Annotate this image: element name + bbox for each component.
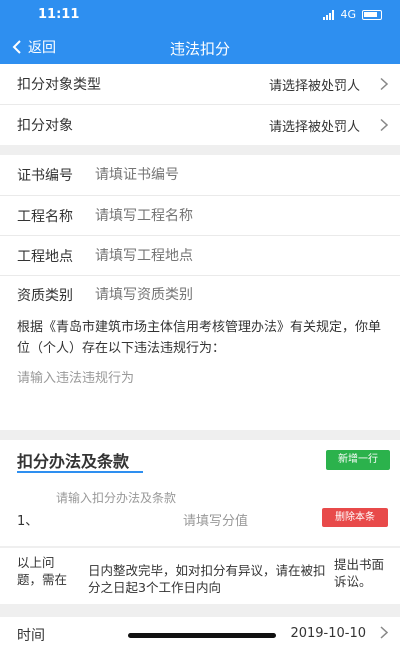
clauses-title: 扣分办法及条款 [17,452,130,471]
score-input[interactable]: 请填写分值 [183,510,248,529]
section-underline [17,471,143,473]
qualification-type-input[interactable] [95,286,375,303]
project-name-row: 工程名称 [0,196,400,235]
status-bar: 11:11 4G [0,0,400,30]
notice-part-3: 提出书面诉讼。 [334,557,385,589]
chevron-right-icon [380,626,388,639]
qualification-type-row: 资质类别 [0,276,400,313]
page-title: 违法扣分 [169,40,230,58]
status-time: 11:11 [38,7,80,22]
time-select[interactable]: 时间 2019-10-10 [0,617,400,647]
battery-icon [362,9,382,20]
rectification-notice: 以上问题，需在 日内整改完毕，如对扣分有异议，请在被扣分之日起3个工作日内向 提… [0,548,400,604]
add-row-button[interactable]: 新增一行 [326,450,390,470]
project-location-input[interactable] [95,247,375,264]
chevron-right-icon [380,118,388,132]
target-label: 扣分对象 [17,118,73,134]
clause-row: 1、 请输入扣分办法及条款 请填写分值 删除本条 [0,478,400,546]
clause-index: 1、 [17,514,39,529]
chevron-right-icon [380,77,388,91]
certificate-number-input[interactable] [95,167,375,183]
certificate-number-label: 证书编号 [17,168,73,184]
qualification-type-label: 资质类别 [17,287,73,304]
regulation-text: 根据《青岛市建筑市场主体信用考核管理办法》有关规定，你单位（个人）存在以下违法违… [17,320,382,356]
home-indicator [128,633,276,638]
status-indicators: 4G [323,8,382,21]
certificate-number-row: 证书编号 [0,155,400,195]
network-type: 4G [340,8,356,21]
delete-row-button[interactable]: 删除本条 [322,508,388,527]
target-type-value: 请选择被处罚人 [268,78,360,94]
signal-icon [323,9,335,20]
target-select[interactable]: 扣分对象 请选择被处罚人 [0,105,400,145]
time-label: 时间 [17,628,45,644]
target-type-label: 扣分对象类型 [17,77,101,93]
project-location-row: 工程地点 [0,236,400,275]
target-type-select[interactable]: 扣分对象类型 请选择被处罚人 [0,64,400,104]
navbar: 返回 违法扣分 [0,30,400,64]
target-value: 请选择被处罚人 [268,119,360,135]
violation-input[interactable]: 请输入违法违规行为 [17,367,134,386]
notice-part-2: 日内整改完毕，如对扣分有异议，请在被扣分之日起3个工作日内向 [88,563,326,595]
project-name-label: 工程名称 [17,208,73,225]
clauses-section-header: 扣分办法及条款 新增一行 [0,440,400,478]
time-value: 2019-10-10 [290,626,366,641]
project-location-label: 工程地点 [17,248,73,265]
violation-description: 根据《青岛市建筑市场主体信用考核管理办法》有关规定，你单位（个人）存在以下违法违… [0,313,400,430]
project-name-input[interactable] [95,207,375,224]
notice-part-1: 以上问题，需在 [17,555,68,587]
clause-input[interactable]: 请输入扣分办法及条款 [56,492,186,505]
